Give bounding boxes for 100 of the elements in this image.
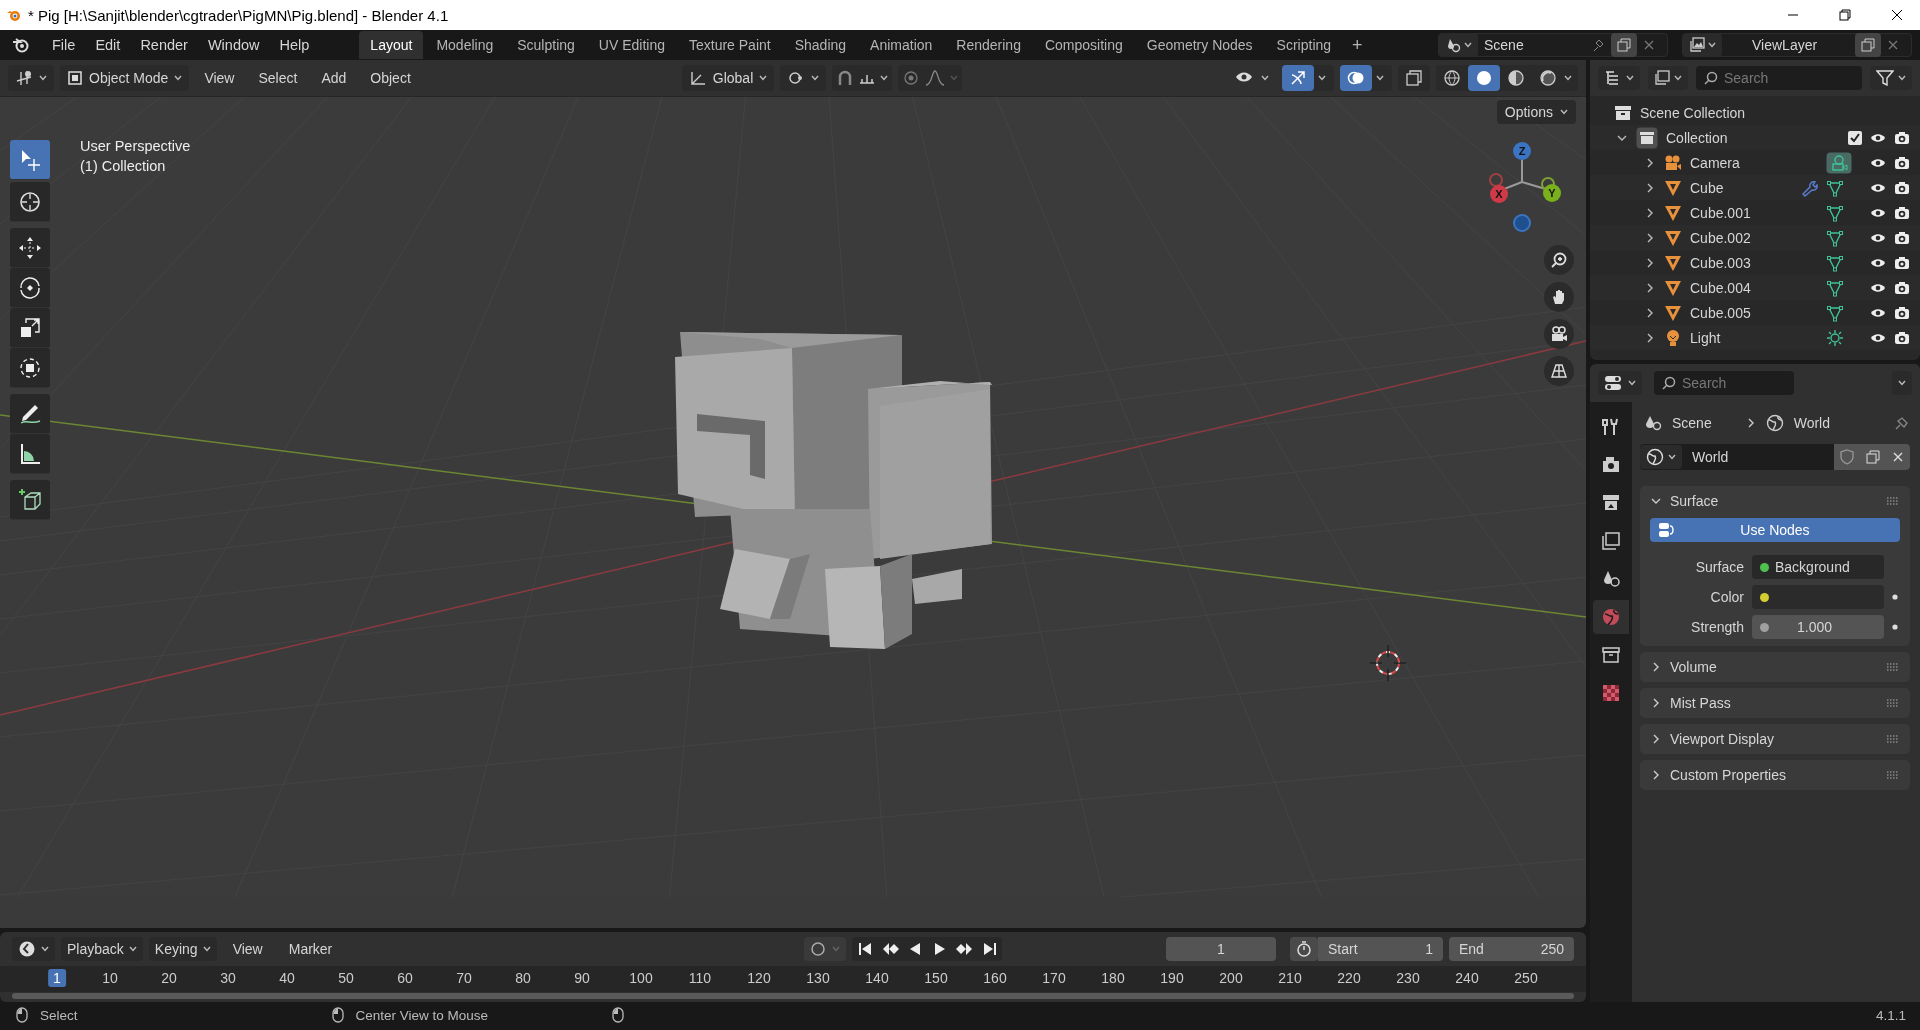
camera-data-icon[interactable] xyxy=(1826,151,1852,174)
blender-logo-icon[interactable] xyxy=(12,36,30,54)
color-field[interactable] xyxy=(1752,585,1884,609)
menu-item[interactable]: Window xyxy=(197,37,270,53)
scene-type-dropdown[interactable] xyxy=(1439,33,1478,57)
frame-number[interactable]: 190 xyxy=(1155,969,1189,987)
new-scene-button[interactable] xyxy=(1611,33,1637,57)
negative-x-handle[interactable] xyxy=(1489,173,1503,187)
frame-number[interactable]: 1 xyxy=(48,969,66,987)
add-cube-tool[interactable] xyxy=(10,480,50,520)
menu-item[interactable]: Render xyxy=(130,37,198,53)
menu-item[interactable]: Edit xyxy=(85,37,131,53)
close-icon[interactable] xyxy=(1643,39,1655,51)
transform-tool[interactable] xyxy=(10,348,50,388)
sun-icon[interactable] xyxy=(1826,328,1844,347)
options-dropdown[interactable]: Options xyxy=(1496,100,1576,124)
options-dropdown[interactable] xyxy=(1892,371,1912,395)
falloff-curve-icon[interactable] xyxy=(924,69,947,87)
workspace-tab[interactable]: UV Editing xyxy=(587,31,676,59)
start-frame-field[interactable]: Start 1 xyxy=(1318,937,1443,961)
camera-icon[interactable] xyxy=(1894,130,1910,145)
filter-view-dropdown[interactable] xyxy=(1648,66,1688,90)
workspace-tab[interactable]: Sculpting xyxy=(506,31,586,59)
scrollbar[interactable] xyxy=(12,993,1574,999)
menu-item[interactable]: View xyxy=(222,941,273,957)
mesh-data-icon[interactable] xyxy=(1826,178,1844,197)
frame-number[interactable]: 140 xyxy=(860,969,894,987)
panel-header[interactable]: Viewport Display xyxy=(1640,724,1910,754)
camera-icon[interactable] xyxy=(1894,155,1910,170)
panel-header[interactable]: Surface xyxy=(1640,486,1910,516)
panel-header[interactable]: Custom Properties xyxy=(1640,760,1910,790)
mesh-data-icon[interactable] xyxy=(1826,303,1844,322)
frame-number[interactable]: 20 xyxy=(156,969,182,987)
view-layer-selector[interactable]: ViewLayer xyxy=(1682,33,1912,57)
frame-number[interactable]: 180 xyxy=(1096,969,1130,987)
frame-number[interactable]: 230 xyxy=(1391,969,1425,987)
workspace-tab[interactable]: Geometry Nodes xyxy=(1135,31,1264,59)
move-tool[interactable] xyxy=(10,228,50,268)
overlay-toggle[interactable] xyxy=(1340,65,1372,91)
frame-number[interactable]: 160 xyxy=(978,969,1012,987)
camera-icon[interactable] xyxy=(1894,230,1910,245)
tree-item[interactable]: Collection xyxy=(1666,129,1728,146)
annotate-tool[interactable] xyxy=(10,394,50,434)
workspace-tab[interactable]: Modeling xyxy=(425,31,505,59)
world-selector[interactable]: World xyxy=(1640,444,1910,470)
camera-icon[interactable] xyxy=(1894,255,1910,270)
frame-number[interactable]: 170 xyxy=(1037,969,1071,987)
frame-number[interactable]: 220 xyxy=(1332,969,1366,987)
frame-number[interactable]: 100 xyxy=(624,969,658,987)
tree-item[interactable]: Cube.004 xyxy=(1690,279,1751,296)
menu-item[interactable]: Add xyxy=(312,70,356,86)
camera-icon[interactable] xyxy=(1894,180,1910,195)
negative-z-handle[interactable] xyxy=(1513,214,1531,232)
negative-y-handle[interactable] xyxy=(1541,177,1555,191)
y-axis-handle[interactable] xyxy=(1543,184,1561,202)
menu-item[interactable]: View xyxy=(195,70,244,86)
measure-tool[interactable] xyxy=(10,434,50,474)
frame-number[interactable]: 200 xyxy=(1214,969,1248,987)
new-view-layer-button[interactable] xyxy=(1855,33,1881,57)
close-icon[interactable] xyxy=(1887,39,1899,51)
drag-handle-icon[interactable] xyxy=(1886,735,1900,743)
tree-item[interactable]: Scene Collection xyxy=(1640,104,1746,121)
tree-item[interactable]: Light xyxy=(1690,329,1721,346)
scene-selector[interactable]: Scene xyxy=(1438,33,1668,57)
frame-number[interactable]: 80 xyxy=(510,969,536,987)
keyframe-dot-icon[interactable] xyxy=(1892,624,1898,630)
add-workspace-button[interactable]: + xyxy=(1344,31,1371,59)
end-frame-field[interactable]: End 250 xyxy=(1449,937,1574,961)
strength-field[interactable]: 1.000 xyxy=(1752,615,1884,639)
drag-handle-icon[interactable] xyxy=(1886,771,1900,779)
camera-icon[interactable] xyxy=(1894,205,1910,220)
search-field[interactable]: Search xyxy=(1654,371,1794,395)
menu-item[interactable]: File xyxy=(42,37,86,53)
solid-shading-button[interactable] xyxy=(1468,65,1500,91)
scale-tool[interactable] xyxy=(10,308,50,348)
xray-toggle[interactable] xyxy=(1398,65,1430,91)
surface-shader-selector[interactable]: Background xyxy=(1752,555,1884,579)
workspace-tab[interactable]: Texture Paint xyxy=(677,31,782,59)
frame-number[interactable]: 60 xyxy=(392,969,418,987)
fake-user-button[interactable] xyxy=(1834,444,1860,470)
menu-item[interactable]: Object xyxy=(361,70,420,86)
z-axis-handle[interactable] xyxy=(1513,142,1531,160)
tree-item[interactable]: Cube xyxy=(1690,179,1724,196)
camera-icon[interactable] xyxy=(1894,305,1910,320)
drag-handle-icon[interactable] xyxy=(1886,699,1900,707)
menu-item[interactable]: Marker xyxy=(278,941,343,957)
editor-type-dropdown[interactable] xyxy=(12,937,55,961)
x-axis-handle[interactable] xyxy=(1490,185,1508,203)
world-browse-dropdown[interactable] xyxy=(1640,445,1682,469)
proportional-edit-icon[interactable] xyxy=(902,69,921,87)
view-layer-dropdown[interactable] xyxy=(1683,33,1722,57)
workspace-tab[interactable]: Compositing xyxy=(1033,31,1134,59)
drag-handle-icon[interactable] xyxy=(1886,663,1900,671)
frame-number[interactable]: 240 xyxy=(1450,969,1484,987)
tree-item[interactable]: Cube.005 xyxy=(1690,304,1751,321)
breadcrumb-item[interactable]: Scene xyxy=(1672,415,1712,431)
menu-dropdown[interactable]: Keying xyxy=(148,937,217,961)
tree-item[interactable]: Cube.003 xyxy=(1690,254,1751,271)
breadcrumb-item[interactable]: World xyxy=(1793,415,1830,431)
frame-number[interactable]: 120 xyxy=(742,969,776,987)
